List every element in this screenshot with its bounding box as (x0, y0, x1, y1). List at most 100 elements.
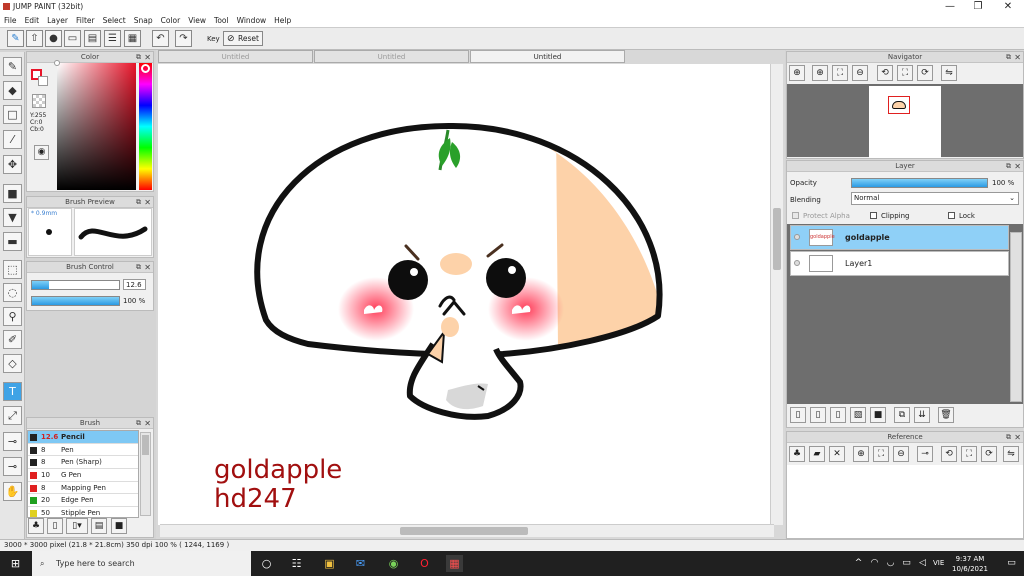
fill-rect-tool-icon[interactable]: ■ (3, 184, 22, 203)
close-icon[interactable]: ✕ (144, 262, 151, 273)
fit-icon[interactable]: ⛶ (832, 65, 848, 81)
eraser-tool-icon[interactable]: ◆ (3, 81, 22, 100)
reference-fit-icon[interactable]: ⛶ (873, 446, 889, 462)
float-icon[interactable]: ⧉ (1006, 432, 1011, 443)
brush-item-1[interactable]: 8 Pen (28, 444, 138, 457)
saturation-value-field[interactable] (57, 63, 136, 190)
windows-start-icon[interactable]: ⊞ (7, 555, 24, 572)
chevron-up-icon[interactable]: ^ (850, 555, 867, 572)
float-icon[interactable]: ⧉ (1006, 52, 1011, 63)
document-icon[interactable]: ▤ (84, 30, 101, 47)
brush-size-value[interactable]: 12.6 (123, 279, 146, 290)
menu-select[interactable]: Select (99, 14, 130, 25)
brush-item-4[interactable]: 8 Mapping Pen (28, 482, 138, 495)
duplicate-layer-icon[interactable]: ⧉ (894, 407, 910, 423)
reference-eyedropper-icon[interactable]: ⊸ (917, 446, 933, 462)
select-pen-tool-icon[interactable]: ✐ (3, 330, 22, 349)
reference-open-icon[interactable]: ▰ (809, 446, 825, 462)
layer-opacity-slider[interactable] (851, 178, 988, 188)
select-eraser-tool-icon[interactable]: ◇ (3, 354, 22, 373)
new-folder-icon[interactable]: ■ (870, 407, 886, 423)
brush-opacity-slider[interactable] (31, 296, 120, 306)
menu-color[interactable]: Color (157, 14, 185, 25)
brush-settings-icon[interactable]: ♣ (28, 518, 44, 534)
mail-icon[interactable]: ✉ (352, 555, 369, 572)
close-icon[interactable]: ✕ (1014, 52, 1021, 63)
battery-icon[interactable]: ▭ (898, 555, 915, 572)
flip-icon[interactable]: ⇋ (941, 65, 957, 81)
horizontal-scrollbar[interactable] (160, 524, 774, 537)
grid-icon[interactable]: ▦ (124, 30, 141, 47)
reference-rotate-left-icon[interactable]: ⟲ (941, 446, 957, 462)
reference-close-icon[interactable]: ✕ (829, 446, 845, 462)
visibility-icon[interactable] (794, 260, 800, 266)
notification-icon[interactable]: ▭ (1003, 555, 1020, 572)
lock-checkbox[interactable] (948, 212, 955, 219)
float-icon[interactable]: ⧉ (136, 52, 141, 63)
vertical-scrollbar[interactable] (770, 64, 783, 525)
merge-layer-icon[interactable]: ⇊ (914, 407, 930, 423)
operation-tool-icon[interactable]: ⤢ (3, 406, 22, 425)
reference-fit-window-icon[interactable]: ⛶ (961, 446, 977, 462)
brush-list-scroll-thumb[interactable] (142, 435, 149, 455)
menu-help[interactable]: Help (270, 14, 295, 25)
color-picker-handle[interactable] (54, 60, 60, 66)
menu-tool[interactable]: Tool (210, 14, 233, 25)
float-icon[interactable]: ⧉ (1006, 161, 1011, 172)
comment-icon[interactable]: ● (45, 30, 62, 47)
zoom-in-icon[interactable]: ⊕ (789, 65, 805, 81)
close-icon[interactable]: ✕ (144, 52, 151, 63)
brush-tool-icon[interactable]: ✎ (3, 57, 22, 76)
gradient-tool-icon[interactable]: ▬ (3, 232, 22, 251)
tab-untitled-2[interactable]: Untitled (314, 50, 469, 63)
close-icon[interactable]: ✕ (1014, 161, 1021, 172)
pen-tool-icon[interactable]: ✎ (7, 30, 24, 47)
store-icon[interactable]: ▣ (321, 555, 338, 572)
close-icon[interactable]: ✕ (144, 197, 151, 208)
float-icon[interactable]: ⧉ (136, 197, 141, 208)
new-layer-icon[interactable]: ▯ (790, 407, 806, 423)
zoom-out-icon[interactable]: ⊖ (852, 65, 868, 81)
layout-icon[interactable]: ☰ (104, 30, 121, 47)
menu-view[interactable]: View (184, 14, 210, 25)
new-layer-1bit-icon[interactable]: ▯ (830, 407, 846, 423)
volume-icon[interactable]: ◁ (914, 555, 931, 572)
menu-filter[interactable]: Filter (72, 14, 99, 25)
tab-untitled-1[interactable]: Untitled (158, 50, 313, 63)
hue-handle[interactable] (141, 64, 150, 73)
reference-zoom-out-icon[interactable]: ⊖ (893, 446, 909, 462)
hand-tool-icon[interactable]: ✋ (3, 482, 22, 501)
vertical-scroll-thumb[interactable] (773, 208, 781, 270)
navigator-thumbnail[interactable] (869, 86, 941, 158)
fit-window-icon[interactable]: ⛶ (897, 65, 913, 81)
secondary-color-swatch[interactable] (38, 76, 48, 86)
network-icon[interactable]: ◠ (866, 555, 883, 572)
close-icon[interactable]: ✕ (1014, 432, 1021, 443)
protect-alpha-checkbox[interactable] (792, 212, 799, 219)
menu-snap[interactable]: Snap (130, 14, 157, 25)
close-icon[interactable]: ✕ (144, 418, 151, 429)
new-halftone-layer-icon[interactable]: ▧ (850, 407, 866, 423)
layer-row-1[interactable]: Layer1 (790, 251, 1009, 276)
bucket-tool-icon[interactable]: ▼ (3, 208, 22, 227)
rotate-left-icon[interactable]: ⟲ (877, 65, 893, 81)
reference-settings-icon[interactable]: ♣ (789, 446, 805, 462)
rotate-right-icon[interactable]: ⟳ (917, 65, 933, 81)
zoom-in-icon[interactable]: ⊕ (812, 65, 828, 81)
visibility-icon[interactable] (794, 234, 800, 240)
chat-icon[interactable]: ▭ (64, 30, 81, 47)
brush-doc-icon[interactable]: ▤ (91, 518, 107, 534)
hue-slider[interactable] (139, 63, 152, 190)
brush-item-0[interactable]: 12.6 Pencil (28, 431, 138, 444)
clock[interactable]: 9:37 AM 10/6/2021 (952, 554, 988, 574)
float-icon[interactable]: ⧉ (136, 262, 141, 273)
text-tool-icon[interactable]: T (3, 382, 22, 401)
menu-file[interactable]: File (0, 14, 21, 25)
menu-edit[interactable]: Edit (21, 14, 44, 25)
layer-list-scrollbar[interactable] (1010, 232, 1022, 402)
magic-wand-tool-icon[interactable]: ⚲ (3, 307, 22, 326)
tab-untitled-3[interactable]: Untitled (470, 50, 625, 63)
brush-item-3[interactable]: 10 G Pen (28, 469, 138, 482)
language-indicator[interactable]: VIE (933, 559, 944, 567)
reset-button[interactable]: ⊘ Reset (223, 31, 263, 46)
